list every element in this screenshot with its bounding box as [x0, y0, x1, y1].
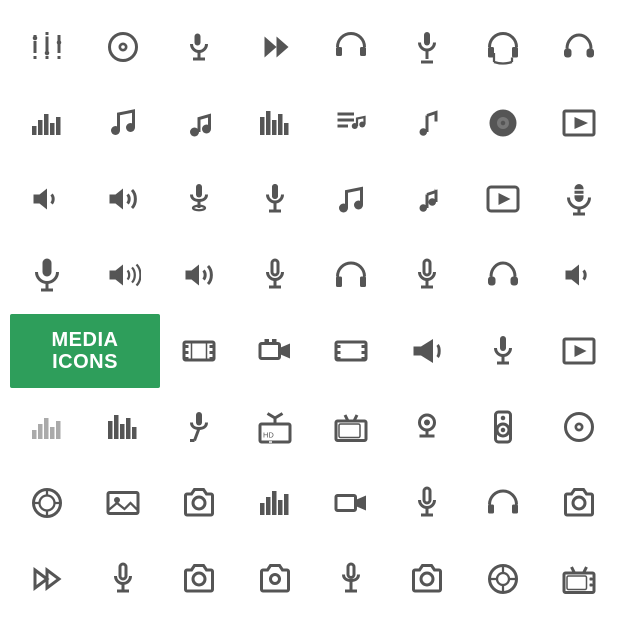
icon-mic-studio	[542, 162, 616, 236]
icon-headphone5	[466, 238, 540, 312]
icon-bars2	[238, 86, 312, 160]
icon-mic-outline2	[390, 238, 464, 312]
label-text: MEDIA ICONS	[52, 329, 119, 373]
icon-mic-stand2	[466, 314, 540, 388]
icon-film-strip1	[162, 314, 236, 388]
icon-headphone2	[466, 10, 540, 84]
icon-video-player2	[542, 314, 616, 388]
icon-camera1	[162, 466, 236, 540]
icon-volume-low2	[542, 238, 616, 312]
icon-music-list	[314, 86, 388, 160]
icon-volume-low	[10, 162, 84, 236]
icon-equalizer	[10, 10, 84, 84]
icon-mic-outline3	[390, 466, 464, 540]
icon-fast-forward	[238, 10, 312, 84]
icon-mic-stand	[390, 10, 464, 84]
icon-image	[86, 466, 160, 540]
icon-cd	[86, 10, 160, 84]
icon-video-player	[542, 86, 616, 160]
icon-play-circle	[466, 162, 540, 236]
icon-mic-desk1	[162, 162, 236, 236]
icon-mic-outline4	[86, 542, 160, 616]
icon-camera-shutter	[10, 466, 84, 540]
icon-camera-outline1	[162, 542, 236, 616]
icon-mic-outline1	[238, 238, 312, 312]
icon-microphone-hand	[162, 10, 236, 84]
icon-grid: ♪	[10, 10, 616, 616]
icon-bars1	[10, 86, 84, 160]
icon-music-note4	[314, 162, 388, 236]
icon-mic-floor	[162, 390, 236, 464]
svg-text:♪: ♪	[433, 186, 437, 195]
icon-camera-outline2	[238, 542, 312, 616]
icon-speaker	[466, 390, 540, 464]
icon-tv-retro	[542, 542, 616, 616]
icon-volume-med	[162, 238, 236, 312]
icon-tv-antenna: HD	[238, 390, 312, 464]
icon-volume-high	[86, 162, 160, 236]
icon-music-note1	[86, 86, 160, 160]
icon-music-note3	[390, 86, 464, 160]
icon-eq-bars3	[238, 466, 312, 540]
icon-headphone4	[314, 238, 388, 312]
icon-mic-desk2	[238, 162, 312, 236]
icon-music-note2	[162, 86, 236, 160]
icon-megaphone	[390, 314, 464, 388]
icon-video-camera1	[238, 314, 312, 388]
svg-text:HD: HD	[263, 431, 274, 440]
icon-film-strip2	[314, 314, 388, 388]
icon-video-camera2	[314, 466, 388, 540]
icon-mic-stand3	[314, 542, 388, 616]
icon-camera2	[542, 466, 616, 540]
icon-vinyl	[466, 86, 540, 160]
icon-shutter2	[466, 542, 540, 616]
icon-headphone3	[542, 10, 616, 84]
icon-headphone1	[314, 10, 388, 84]
icon-bars-light1	[10, 390, 84, 464]
page-container: ♪	[0, 0, 626, 626]
icon-fast-forward2	[10, 542, 84, 616]
icon-music-note5: ♪	[390, 162, 464, 236]
icon-mic-podcast	[10, 238, 84, 312]
icon-tv-old	[314, 390, 388, 464]
icon-webcam	[390, 390, 464, 464]
icon-disc2	[542, 390, 616, 464]
icon-bars-dark	[86, 390, 160, 464]
icon-camera-outline3	[390, 542, 464, 616]
icon-headphone6	[466, 466, 540, 540]
media-icons-label: MEDIA ICONS	[10, 314, 160, 388]
icon-volume-waves	[86, 238, 160, 312]
